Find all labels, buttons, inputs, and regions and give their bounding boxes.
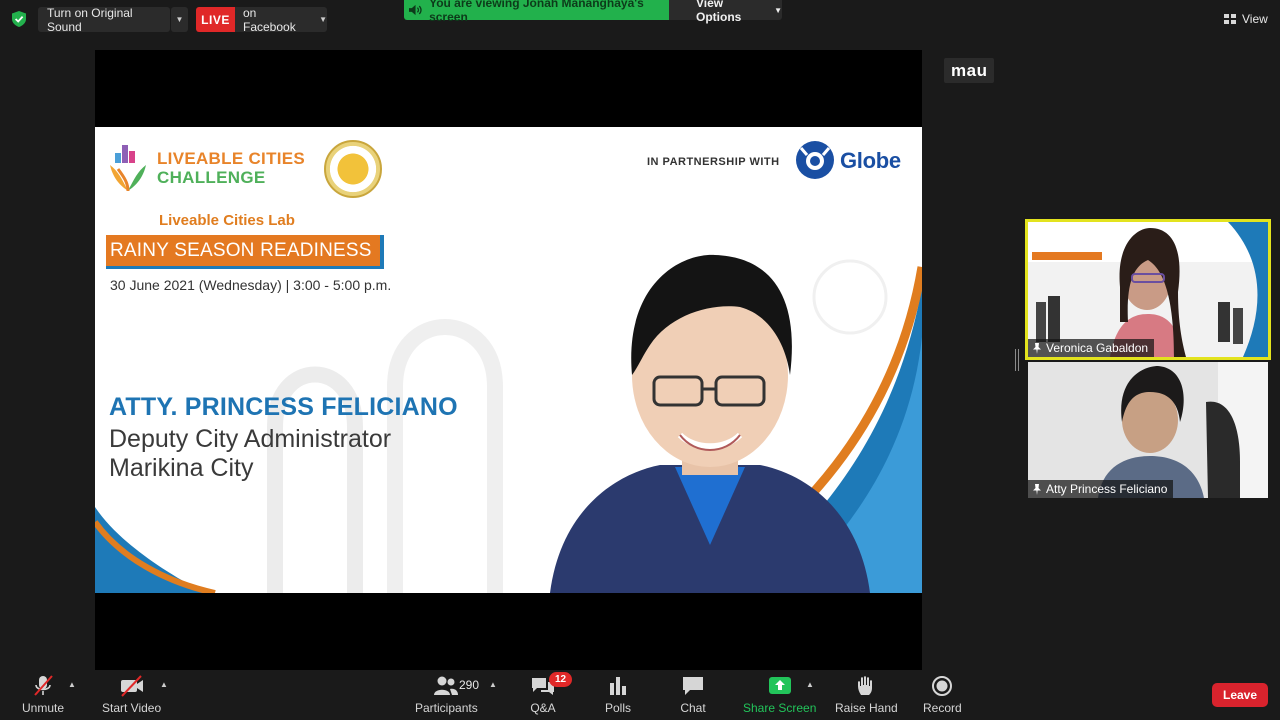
view-layout-button[interactable]: View [1218,7,1274,31]
speaker-icon [409,4,422,16]
session-date: 30 June 2021 (Wednesday) | 3:00 - 5:00 p… [110,277,392,293]
view-layout-label: View [1242,12,1268,26]
session-title: RAINY SEASON READINESS [106,235,384,269]
chevron-up-icon[interactable]: ▲ [160,680,168,689]
chat-label: Chat [680,701,706,715]
live-destination-dropdown[interactable]: on Facebook ▼ [235,5,327,34]
pin-icon [1033,342,1041,354]
original-sound-label: Turn on Original Sound [47,5,133,34]
live-badge[interactable]: LIVE [196,7,235,32]
presenter-name-label: mau [944,58,995,83]
partner-name: Globe [840,148,901,173]
raise-hand-label: Raise Hand [835,701,898,715]
city-seal-icon [324,140,382,198]
polls-button[interactable]: Polls [605,675,631,715]
polls-label: Polls [605,701,632,715]
start-video-button[interactable]: Start Video [102,675,161,715]
unmute-button[interactable]: Unmute [22,675,64,715]
speaker-name: ATTY. PRINCESS FELICIANO [109,393,458,421]
grid-view-icon [1224,14,1236,24]
chevron-up-icon[interactable]: ▲ [489,680,497,689]
participant-video-princess[interactable]: Atty Princess Feliciano [1028,362,1268,498]
raise-hand-icon [858,676,873,695]
lab-title: Liveable Cities Lab [159,212,295,229]
session-title-text: RAINY SEASON READINESS [110,239,372,261]
zoom-meeting-window: Turn on Original Sound ▼ LIVE on Faceboo… [0,0,1280,720]
participants-count: 290 [459,678,480,692]
qa-label: Q&A [530,701,556,715]
viewing-banner-text: You are viewing Jonah Mananghaya's scree… [429,0,644,24]
raise-hand-button[interactable]: Raise Hand [835,675,898,715]
viewing-screen-banner: You are viewing Jonah Mananghaya's scree… [404,0,669,24]
brand-line-1: LIVEABLE CITIES [157,149,306,168]
partnership-text: IN PARTNERSHIP WITH [647,156,780,168]
security-shield-icon[interactable] [12,11,26,27]
participant-name: Veronica Gabaldon [1046,341,1149,355]
brand-line-2: CHALLENGE [157,168,266,187]
qa-count-badge: 12 [549,672,572,687]
shared-slide: LIVEABLE CITIES CHALLENGE IN PARTNERSHIP… [95,127,922,593]
view-options-label: View Options [696,0,742,24]
chat-button[interactable]: Chat [680,675,706,715]
participant-name-tag: Atty Princess Feliciano [1028,480,1174,498]
pin-icon [1033,483,1041,495]
share-screen-icon [768,677,791,694]
liveable-cities-logo-icon [110,145,146,192]
record-icon [932,676,953,696]
speaker-city: Marikina City [109,454,254,482]
participant-name-tag: Veronica Gabaldon [1028,339,1155,357]
original-sound-dropdown[interactable]: ▼ [171,7,188,32]
speaker-portrait [550,254,870,593]
chat-icon [683,677,703,695]
leave-button[interactable]: Leave [1212,683,1268,707]
chevron-up-icon[interactable]: ▲ [806,680,814,689]
speaker-role: Deputy City Administrator [109,425,392,453]
chevron-down-icon: ▼ [319,15,327,24]
participant-video-veronica[interactable]: Veronica Gabaldon [1025,219,1271,360]
chevron-up-icon[interactable]: ▲ [68,680,76,689]
chevron-down-icon: ▼ [175,15,184,24]
chevron-down-icon: ▼ [774,5,782,15]
participant-name: Atty Princess Feliciano [1046,482,1168,496]
original-sound-button[interactable]: Turn on Original Sound [38,5,170,34]
share-screen-label: Share Screen [743,701,817,715]
globe-logo-icon [796,141,834,179]
participant-video-feed [1028,362,1268,498]
start-video-label: Start Video [102,701,162,715]
participants-label: Participants [415,701,478,715]
microphone-muted-icon [34,675,53,696]
polls-icon [610,677,626,695]
record-label: Record [923,701,962,715]
live-destination-label: on Facebook [243,5,296,34]
panel-resize-handle[interactable] [1015,349,1019,371]
view-options-button[interactable]: View Options ▼ [669,0,782,24]
record-button[interactable]: Record [923,675,962,715]
participants-icon [434,676,459,695]
unmute-label: Unmute [22,701,65,715]
video-off-icon [120,675,143,697]
participant-video-feed [1028,222,1268,357]
